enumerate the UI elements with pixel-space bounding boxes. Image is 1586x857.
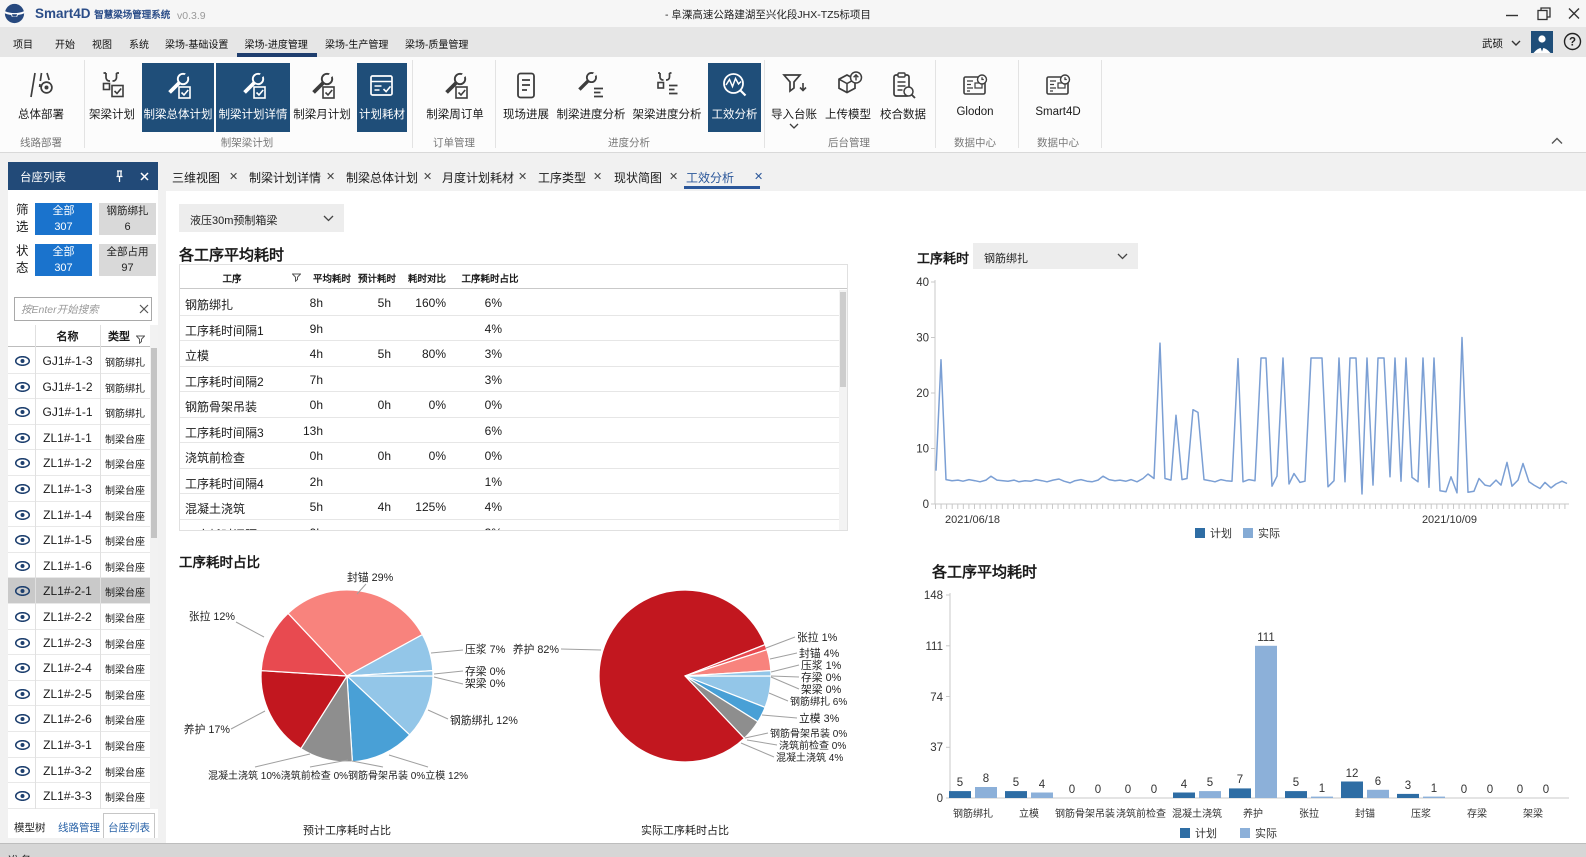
svg-text:养护 82%: 养护 82% bbox=[513, 642, 560, 656]
svg-text:张拉 1%: 张拉 1% bbox=[797, 630, 838, 644]
svg-text:计划: 计划 bbox=[1210, 527, 1232, 540]
svg-text:5: 5 bbox=[957, 777, 963, 789]
svg-text:0: 0 bbox=[1517, 784, 1523, 796]
svg-text:20: 20 bbox=[916, 388, 929, 400]
svg-text:架梁 0%: 架梁 0% bbox=[801, 682, 842, 696]
svg-text:12: 12 bbox=[1346, 768, 1359, 780]
svg-text:0: 0 bbox=[923, 499, 929, 511]
svg-text:混凝土浇筑: 混凝土浇筑 bbox=[1172, 807, 1222, 820]
svg-text:3: 3 bbox=[1405, 780, 1411, 792]
svg-text:计划: 计划 bbox=[1195, 827, 1217, 840]
svg-text:2021/06/18: 2021/06/18 bbox=[945, 514, 1000, 526]
svg-text:预计工序耗时占比: 预计工序耗时占比 bbox=[303, 823, 391, 837]
svg-text:封锚 4%: 封锚 4% bbox=[799, 646, 840, 660]
svg-text:10: 10 bbox=[916, 444, 929, 456]
svg-text:钢筋绑扎 12%: 钢筋绑扎 12% bbox=[450, 713, 518, 727]
svg-text:存梁: 存梁 bbox=[1467, 807, 1487, 820]
svg-text:0: 0 bbox=[1461, 784, 1467, 796]
svg-text:混凝土浇筑 4%: 混凝土浇筑 4% bbox=[776, 751, 843, 764]
svg-text:111: 111 bbox=[926, 641, 943, 653]
svg-text:4: 4 bbox=[1039, 779, 1046, 791]
svg-text:?: ? bbox=[1569, 37, 1576, 49]
svg-text:封锚: 封锚 bbox=[1355, 807, 1375, 820]
svg-text:37: 37 bbox=[930, 742, 943, 754]
svg-text:压浆: 压浆 bbox=[1411, 807, 1431, 820]
svg-text:钢筋骨架吊装 0%: 钢筋骨架吊装 0% bbox=[770, 727, 847, 740]
svg-text:张拉 12%: 张拉 12% bbox=[189, 609, 236, 623]
svg-text:30: 30 bbox=[916, 333, 929, 345]
svg-text:立模 3%: 立模 3% bbox=[799, 711, 840, 725]
svg-text:浇筑前检查 0%: 浇筑前检查 0% bbox=[779, 739, 846, 752]
svg-text:111: 111 bbox=[1257, 632, 1274, 644]
svg-text:5: 5 bbox=[1293, 777, 1299, 789]
svg-text:6: 6 bbox=[1375, 776, 1381, 788]
svg-text:存梁 0%: 存梁 0% bbox=[465, 664, 506, 678]
svg-text:养护: 养护 bbox=[1243, 807, 1263, 820]
svg-text:张拉: 张拉 bbox=[1299, 807, 1319, 820]
svg-text:8: 8 bbox=[983, 773, 989, 785]
svg-text:架梁 0%: 架梁 0% bbox=[465, 676, 506, 690]
svg-text:立模: 立模 bbox=[1019, 807, 1039, 820]
svg-text:0: 0 bbox=[1095, 784, 1101, 796]
svg-text:钢筋绑扎 6%: 钢筋绑扎 6% bbox=[790, 695, 847, 708]
svg-text:封锚 29%: 封锚 29% bbox=[347, 570, 394, 584]
svg-text:5: 5 bbox=[1207, 777, 1213, 789]
svg-text:钢筋骨架吊装: 钢筋骨架吊装 bbox=[1055, 807, 1115, 820]
svg-text:实际: 实际 bbox=[1258, 526, 1280, 540]
svg-text:40: 40 bbox=[916, 277, 929, 289]
svg-text:7: 7 bbox=[1237, 774, 1243, 786]
svg-text:0: 0 bbox=[1543, 784, 1549, 796]
svg-text:1: 1 bbox=[1431, 783, 1437, 795]
svg-text:5: 5 bbox=[1013, 777, 1019, 789]
svg-text:存梁 0%: 存梁 0% bbox=[801, 670, 842, 684]
svg-text:148: 148 bbox=[924, 590, 943, 602]
svg-text:2021/10/09: 2021/10/09 bbox=[1422, 514, 1477, 526]
svg-text:0: 0 bbox=[1151, 784, 1157, 796]
svg-text:0: 0 bbox=[937, 793, 943, 805]
svg-text:架梁: 架梁 bbox=[1523, 807, 1543, 820]
svg-text:浇筑前检查: 浇筑前检查 bbox=[1116, 807, 1166, 820]
svg-text:压浆 7%: 压浆 7% bbox=[465, 642, 506, 656]
svg-text:实际工序耗时占比: 实际工序耗时占比 bbox=[641, 823, 729, 837]
svg-text:钢筋绑扎: 钢筋绑扎 bbox=[953, 807, 993, 820]
svg-text:养护 17%: 养护 17% bbox=[184, 722, 231, 736]
svg-text:混凝土浇筑 10%浇筑前检查 0%钢筋骨架吊装 0%立模 1: 混凝土浇筑 10%浇筑前检查 0%钢筋骨架吊装 0%立模 12% bbox=[208, 769, 468, 782]
svg-text:0: 0 bbox=[1125, 784, 1131, 796]
svg-text:0: 0 bbox=[1487, 784, 1493, 796]
svg-text:0: 0 bbox=[1069, 784, 1075, 796]
svg-text:实际: 实际 bbox=[1255, 826, 1277, 840]
svg-text:74: 74 bbox=[930, 692, 943, 704]
svg-text:4: 4 bbox=[1181, 779, 1188, 791]
svg-text:1: 1 bbox=[1319, 783, 1325, 795]
svg-text:压浆 1%: 压浆 1% bbox=[801, 658, 842, 672]
